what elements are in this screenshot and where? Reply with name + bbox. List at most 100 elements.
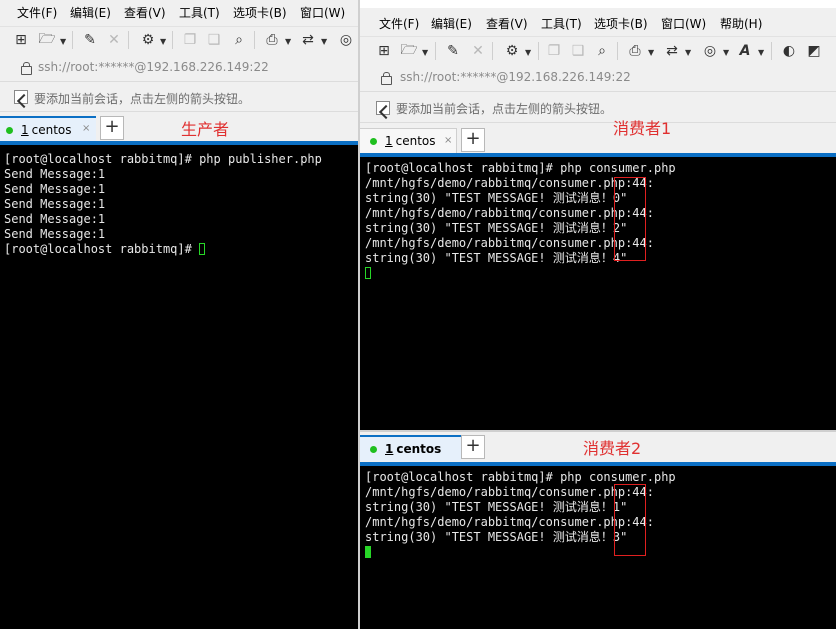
connect-icon[interactable]: ✎: [443, 41, 463, 61]
paste-icon[interactable]: ❑: [204, 30, 224, 50]
terminal-cursor-line: [365, 545, 371, 560]
print-icon[interactable]: ⎙: [262, 30, 282, 50]
tab-centos[interactable]: 1 centos ×: [360, 128, 457, 153]
tab-centos[interactable]: 1 centos ×: [0, 116, 96, 142]
chevron-down-icon[interactable]: ▼: [648, 48, 654, 57]
address-text[interactable]: ssh://root:******@192.168.226.149:22: [400, 70, 631, 84]
terminal-line: [root@localhost rabbitmq]# php consumer.…: [365, 161, 676, 175]
toolbar-separator: [538, 42, 539, 60]
font-icon[interactable]: A: [735, 41, 755, 61]
terminal-line: /mnt/hgfs/demo/rabbitmq/consumer.php:44:: [365, 206, 654, 220]
toolbar-separator: [72, 31, 73, 49]
chevron-down-icon[interactable]: ▼: [321, 37, 327, 46]
toolbar-separator: [771, 42, 772, 60]
address-bar: ssh://root:******@192.168.226.149:22: [360, 64, 836, 91]
chevron-down-icon[interactable]: ▼: [422, 48, 428, 57]
close-icon[interactable]: ×: [444, 135, 452, 146]
terminal-line: /mnt/hgfs/demo/rabbitmq/consumer.php:44:: [365, 176, 654, 190]
globe-icon[interactable]: ◎: [336, 30, 356, 50]
toolbar-separator: [128, 31, 129, 49]
close-icon[interactable]: ×: [82, 123, 90, 134]
chevron-down-icon[interactable]: ▼: [525, 48, 531, 57]
tab-centos[interactable]: 1 centos: [360, 435, 461, 461]
chevron-down-icon[interactable]: ▼: [723, 48, 729, 57]
copy-icon[interactable]: ❐: [544, 41, 564, 61]
find-icon[interactable]: ⌕: [229, 30, 249, 50]
transfer-icon[interactable]: ⇄: [662, 41, 682, 61]
menu-tools[interactable]: 工具(T): [179, 4, 220, 21]
add-session-arrow-icon[interactable]: [14, 90, 28, 104]
disconnect-icon[interactable]: ✕: [468, 41, 488, 61]
globe-icon[interactable]: ◎: [700, 41, 720, 61]
hint-bar: 要添加当前会话，点击左侧的箭头按钮。: [0, 81, 358, 112]
status-dot-icon: [370, 445, 377, 453]
tab-number: 1: [385, 442, 394, 456]
chevron-down-icon[interactable]: ▼: [758, 48, 764, 57]
terminal-line: Send Message:1: [4, 197, 106, 211]
print-icon[interactable]: ⎙: [625, 41, 645, 61]
terminal-line: Send Message:1: [4, 182, 106, 196]
terminal-line: Send Message:1: [4, 167, 106, 181]
status-dot-icon: [370, 137, 377, 145]
xmanager-icon[interactable]: ◩: [804, 41, 824, 61]
terminal-line: string(30) "TEST MESSAGE! 测试消息！3": [365, 530, 628, 544]
producer-pane: 文件(F) 编辑(E) 查看(V) 工具(T) 选项卡(B) 窗口(W) ⊞ 🗁…: [0, 0, 358, 629]
menu-edit[interactable]: 编辑(E): [431, 15, 472, 32]
menu-window[interactable]: 窗口(W): [300, 4, 345, 21]
window-top-strip: [360, 0, 836, 8]
terminal-line: [root@localhost rabbitmq]# php publisher…: [4, 152, 322, 166]
terminal-line: /mnt/hgfs/demo/rabbitmq/consumer.php:44:: [365, 515, 654, 529]
chevron-down-icon[interactable]: ▼: [160, 37, 166, 46]
disconnect-icon[interactable]: ✕: [104, 30, 124, 50]
toolbar-separator: [492, 42, 493, 60]
properties-icon[interactable]: ⚙: [502, 41, 522, 61]
xftp-icon[interactable]: ◐: [779, 41, 799, 61]
menu-tools[interactable]: 工具(T): [541, 15, 582, 32]
paste-icon[interactable]: ❑: [568, 41, 588, 61]
add-tab-button[interactable]: +: [461, 435, 485, 459]
pane-caption: 消费者1: [613, 119, 672, 138]
copy-icon[interactable]: ❐: [180, 30, 200, 50]
add-session-arrow-icon[interactable]: [376, 101, 390, 115]
terminal-line: Send Message:1: [4, 227, 106, 241]
highlight-box: [614, 177, 646, 261]
menu-tabs[interactable]: 选项卡(B): [233, 4, 287, 21]
toolbar-separator: [617, 42, 618, 60]
menu-view[interactable]: 查看(V): [124, 4, 166, 21]
menu-file[interactable]: 文件(F): [17, 4, 57, 21]
terminal[interactable]: [root@localhost rabbitmq]# php consumer.…: [360, 153, 836, 430]
menu-help[interactable]: 帮助(H): [720, 15, 762, 32]
menu-view[interactable]: 查看(V): [486, 15, 528, 32]
menu-file[interactable]: 文件(F): [379, 15, 419, 32]
highlight-box: [614, 484, 646, 556]
menu-tabs[interactable]: 选项卡(B): [594, 15, 648, 32]
open-folder-icon[interactable]: 🗁: [399, 41, 419, 61]
add-tab-button[interactable]: +: [100, 116, 124, 140]
properties-icon[interactable]: ⚙: [138, 30, 158, 50]
consumer1-pane: 文件(F) 编辑(E) 查看(V) 工具(T) 选项卡(B) 窗口(W) 帮助(…: [360, 0, 836, 430]
terminal-line: [root@localhost rabbitmq]# php consumer.…: [365, 470, 676, 484]
terminal[interactable]: [root@localhost rabbitmq]# php consumer.…: [360, 462, 836, 629]
new-session-icon[interactable]: ⊞: [11, 30, 31, 50]
status-dot-icon: [6, 126, 13, 134]
new-session-icon[interactable]: ⊞: [374, 41, 394, 61]
lock-icon: [21, 62, 32, 75]
chevron-down-icon[interactable]: ▼: [685, 48, 691, 57]
open-folder-icon[interactable]: 🗁: [37, 30, 57, 50]
terminal-prompt: [root@localhost rabbitmq]#: [4, 242, 200, 256]
add-tab-button[interactable]: +: [461, 128, 485, 152]
chevron-down-icon[interactable]: ▼: [285, 37, 291, 46]
chevron-down-icon[interactable]: ▼: [60, 37, 66, 46]
menu-window[interactable]: 窗口(W): [661, 15, 706, 32]
terminal[interactable]: [root@localhost rabbitmq]# php publisher…: [0, 141, 358, 629]
find-icon[interactable]: ⌕: [592, 41, 612, 61]
address-text[interactable]: ssh://root:******@192.168.226.149:22: [38, 60, 269, 74]
hint-text: 要添加当前会话，点击左侧的箭头按钮。: [34, 92, 251, 106]
terminal-line: /mnt/hgfs/demo/rabbitmq/consumer.php:44:: [365, 236, 654, 250]
tab-label: centos: [396, 442, 442, 456]
terminal-line: string(30) "TEST MESSAGE! 测试消息！4": [365, 251, 628, 265]
transfer-icon[interactable]: ⇄: [298, 30, 318, 50]
terminal-line: /mnt/hgfs/demo/rabbitmq/consumer.php:44:: [365, 485, 654, 499]
menu-edit[interactable]: 编辑(E): [70, 4, 111, 21]
connect-icon[interactable]: ✎: [80, 30, 100, 50]
